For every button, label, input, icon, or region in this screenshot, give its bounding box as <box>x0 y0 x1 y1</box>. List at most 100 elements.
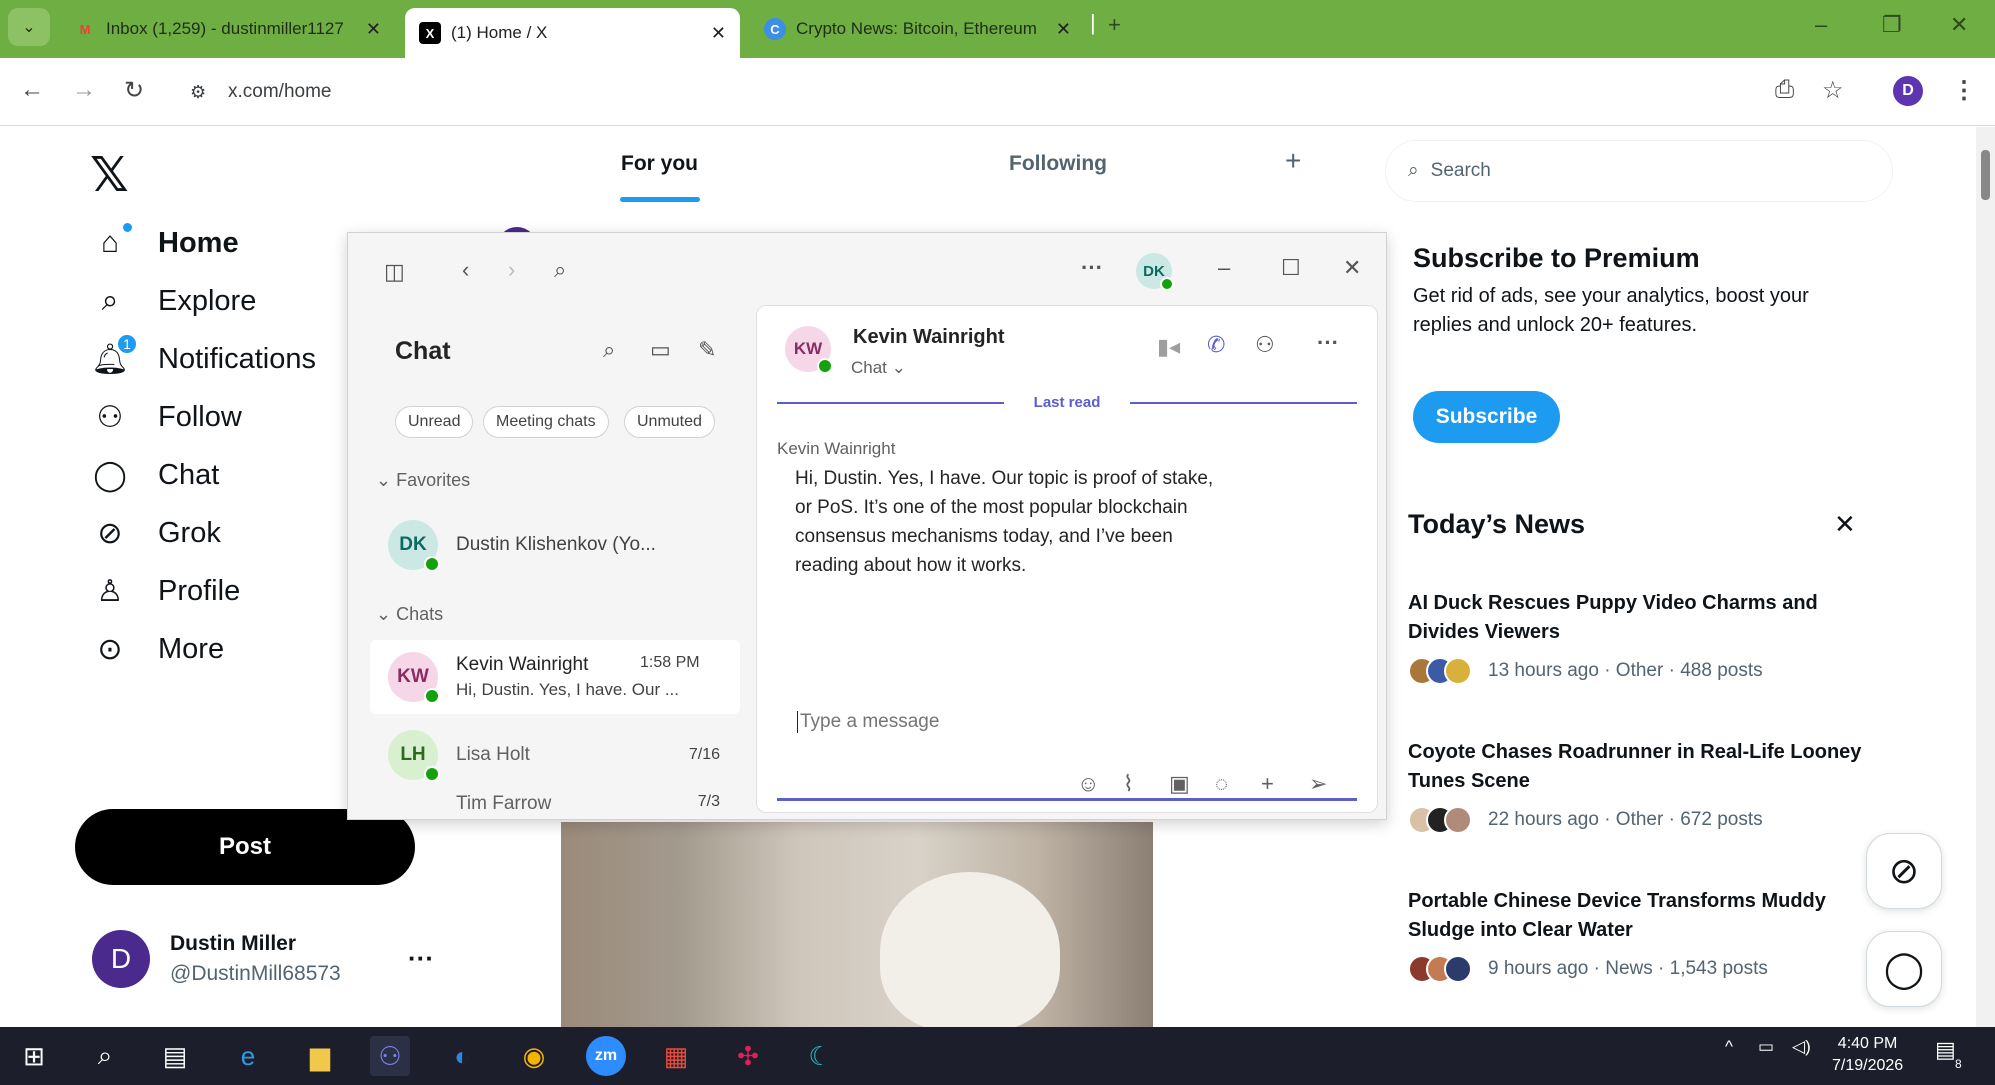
account-switcher[interactable]: D Dustin Miller @DustinMill68573 <box>92 930 341 988</box>
close-tab-icon[interactable]: ✕ <box>1056 19 1071 40</box>
zoom-icon[interactable]: zm <box>586 1036 626 1076</box>
sidebar-toggle-icon[interactable]: ◫ <box>384 259 405 285</box>
chats-section[interactable]: ⌄ Chats <box>376 604 443 625</box>
message-compose-box[interactable]: Type a message ☺ ⌇ ▣ ◌ + ➢ <box>777 691 1357 801</box>
chrome-icon[interactable]: ◉ <box>514 1036 554 1076</box>
edge-icon[interactable]: e <box>228 1036 268 1076</box>
tray-chevron-icon[interactable]: ^ <box>1725 1037 1733 1057</box>
network-icon[interactable]: ▭ <box>1758 1037 1774 1057</box>
image-icon[interactable]: ▣ <box>1169 771 1190 797</box>
send-icon[interactable]: ➢ <box>1309 771 1327 797</box>
post-button[interactable]: Post <box>75 809 415 885</box>
more-options-icon[interactable]: ··· <box>1317 330 1339 356</box>
x-logo-icon[interactable]: 𝕏 <box>90 147 129 203</box>
tab-for-you[interactable]: For you <box>621 152 698 176</box>
avatar: KW <box>785 326 833 374</box>
nav-home[interactable]: ⌂ Home <box>92 223 239 261</box>
add-people-icon[interactable]: ⚇ <box>1255 332 1275 358</box>
chat-search-icon[interactable]: ⌕ <box>603 337 615 363</box>
audio-call-icon[interactable]: ✆ <box>1207 332 1225 358</box>
minimize-icon[interactable]: – <box>1815 12 1827 38</box>
minimize-icon[interactable]: – <box>1218 255 1230 281</box>
browser-c-icon[interactable]: ◐ <box>442 1036 482 1076</box>
conversation-tab-dropdown[interactable]: Chat ⌄ <box>851 358 906 378</box>
site-info-icon[interactable]: ⚙ <box>190 82 206 103</box>
notification-center-icon[interactable]: ▤ <box>1935 1037 1956 1063</box>
volume-icon[interactable]: ◁) <box>1792 1037 1811 1057</box>
nav-profile[interactable]: ♙ Profile <box>92 573 241 609</box>
list-item[interactable]: Tim Farrow 7/3 <box>370 793 740 819</box>
forward-icon[interactable]: › <box>508 257 515 283</box>
scrollbar-thumb[interactable] <box>1981 150 1990 200</box>
close-news-icon[interactable]: ✕ <box>1834 509 1856 540</box>
restore-icon[interactable]: ❐ <box>1882 12 1902 38</box>
nav-grok[interactable]: ⊘ Grok <box>92 515 220 551</box>
presence-icon <box>424 688 440 704</box>
filter-unread[interactable]: Unread <box>395 406 474 438</box>
windows-start-icon[interactable]: ⊞ <box>14 1036 54 1076</box>
bookmark-star-icon[interactable]: ☆ <box>1822 76 1844 105</box>
more-options-icon[interactable]: ··· <box>1081 255 1103 281</box>
news-item[interactable]: AI Duck Rescues Puppy Video Charms and D… <box>1408 589 1878 685</box>
search-input[interactable]: ⌕ Search <box>1385 140 1893 202</box>
reload-icon[interactable]: ↻ <box>124 76 144 105</box>
slack-icon[interactable]: ✣ <box>728 1036 768 1076</box>
winrar-icon[interactable]: ▦ <box>656 1036 696 1076</box>
loop-icon[interactable]: ◌ <box>1215 771 1228 797</box>
close-icon[interactable]: ✕ <box>1343 255 1361 281</box>
list-item[interactable]: DK Dustin Klishenkov (Yo... <box>370 508 740 582</box>
add-feed-icon[interactable]: + <box>1285 145 1301 177</box>
browser-profile-avatar[interactable]: D <box>1893 76 1923 106</box>
back-icon[interactable]: ← <box>20 76 44 104</box>
subscribe-button[interactable]: Subscribe <box>1413 391 1560 443</box>
install-app-icon[interactable]: ⎙ <box>1775 76 1794 104</box>
conversation-name[interactable]: Kevin Wainright <box>853 326 1004 349</box>
search-icon[interactable]: ⌕ <box>85 1036 125 1076</box>
post-image[interactable] <box>561 822 1153 1027</box>
close-tab-icon[interactable]: ✕ <box>366 19 381 40</box>
news-item[interactable]: Coyote Chases Roadrunner in Real-Life Lo… <box>1408 738 1878 834</box>
tab-crypto-news[interactable]: C Crypto News: Bitcoin, Ethereum ✕ <box>750 6 1085 52</box>
video-call-icon[interactable]: ▮◂ <box>1157 334 1180 360</box>
news-item[interactable]: Portable Chinese Device Transforms Muddy… <box>1408 887 1878 983</box>
grok-fab-icon[interactable]: ⊘ <box>1866 833 1942 909</box>
news-meta: 13 hours ago · Other · 488 posts <box>1488 660 1763 681</box>
close-window-icon[interactable]: ✕ <box>1950 12 1968 38</box>
maximize-icon[interactable]: ☐ <box>1281 255 1301 281</box>
page-scrollbar[interactable] <box>1976 127 1995 1027</box>
nav-explore[interactable]: ⌕ Explore <box>92 283 257 319</box>
forward-icon[interactable]: → <box>72 76 96 104</box>
close-tab-icon[interactable]: ✕ <box>711 23 726 44</box>
messages-fab-icon[interactable]: ◯ <box>1866 931 1942 1007</box>
favorites-section[interactable]: ⌄ Favorites <box>376 470 470 491</box>
filter-unmuted[interactable]: Unmuted <box>624 406 715 438</box>
tab-x-home[interactable]: X (1) Home / X ✕ <box>405 8 740 58</box>
attach-icon[interactable]: ⌇ <box>1123 771 1134 797</box>
meet-now-icon[interactable]: ▭ <box>650 337 671 363</box>
emoji-icon[interactable]: ☺ <box>1077 771 1099 797</box>
list-item[interactable]: LH Lisa Holt 7/16 <box>370 718 740 792</box>
account-more-icon[interactable]: ··· <box>408 943 434 974</box>
add-icon[interactable]: + <box>1261 771 1274 797</box>
file-explorer-icon[interactable]: ▆ <box>300 1036 340 1076</box>
browser-menu-icon[interactable]: ⋮ <box>1952 76 1976 105</box>
nav-more[interactable]: ⊙ More <box>92 631 224 667</box>
list-item[interactable]: KW Kevin Wainright Hi, Dustin. Yes, I ha… <box>370 640 740 714</box>
task-view-icon[interactable]: ▤ <box>155 1036 195 1076</box>
tab-search-button[interactable]: ⌄ <box>8 8 50 46</box>
tab-following[interactable]: Following <box>1009 152 1107 176</box>
back-icon[interactable]: ‹ <box>462 257 469 283</box>
nav-chat[interactable]: ◯ Chat <box>92 457 219 493</box>
url-field[interactable]: ⚙ x.com/home <box>180 70 1800 114</box>
new-chat-icon[interactable]: ✎ <box>698 337 716 363</box>
taskbar-clock[interactable]: 4:40 PM 7/19/2026 <box>1832 1033 1903 1077</box>
nav-notifications[interactable]: 🔔︎ 1 Notifications <box>91 333 316 377</box>
nav-follow[interactable]: ⚇ Follow <box>92 399 242 435</box>
new-tab-icon[interactable]: + <box>1108 12 1121 38</box>
app-icon[interactable]: ☾ <box>800 1036 840 1076</box>
teams-icon[interactable]: ⚇ <box>370 1036 410 1076</box>
filter-meeting-chats[interactable]: Meeting chats <box>483 406 609 438</box>
tab-gmail[interactable]: M Inbox (1,259) - dustinmiller1127 ✕ <box>60 6 395 52</box>
teams-user-avatar[interactable]: DK <box>1136 253 1174 291</box>
search-icon[interactable]: ⌕ <box>554 257 566 283</box>
